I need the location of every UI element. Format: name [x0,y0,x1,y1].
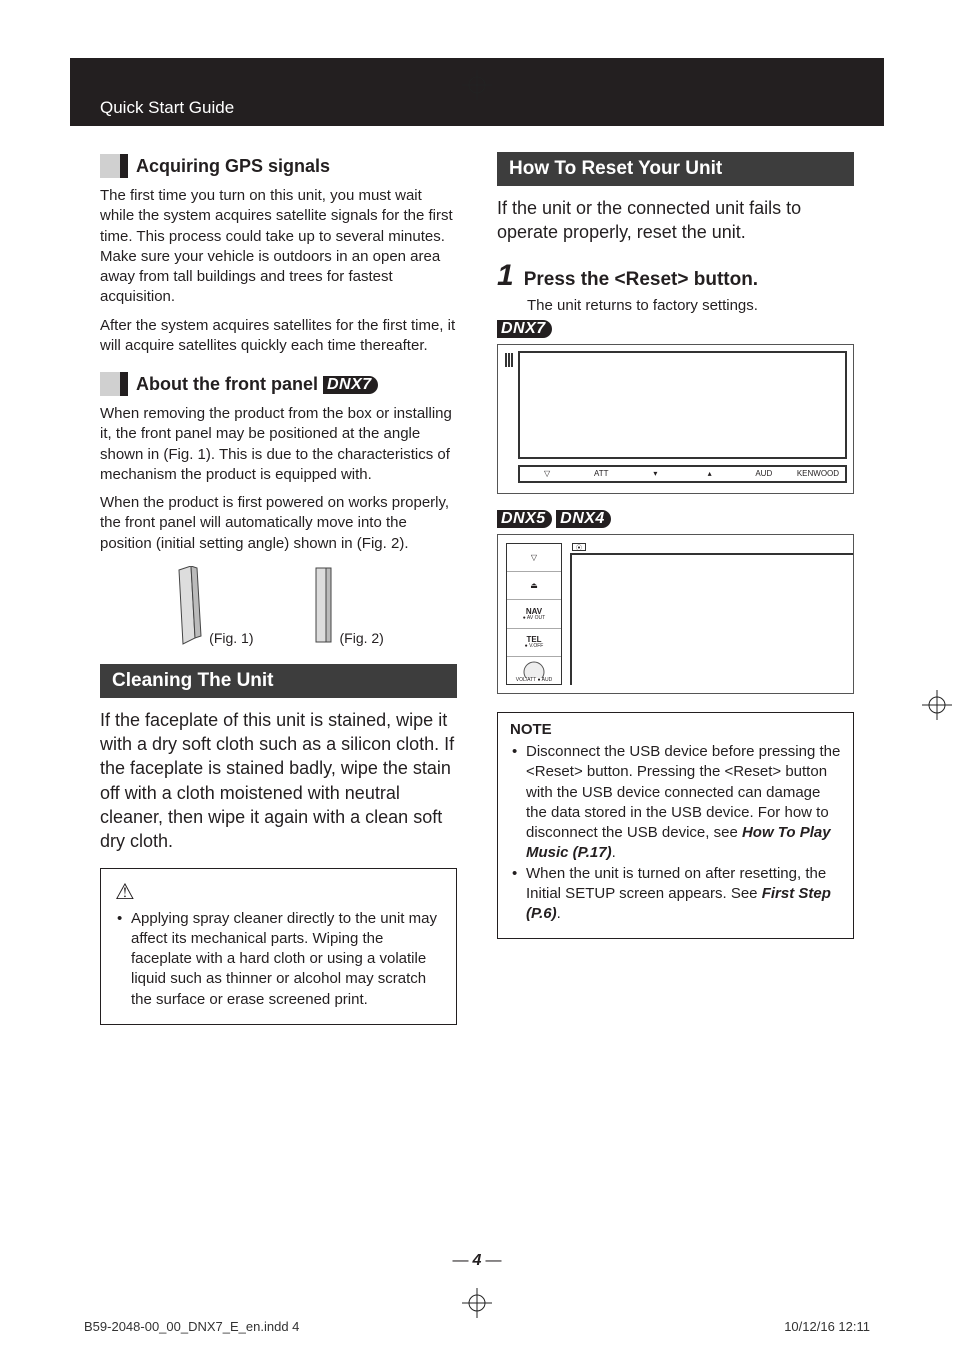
dnx5-knob-vol: VOL/ATT ● AUD [507,657,561,684]
reg-mark-top [462,70,492,100]
note-item-2: When the unit is turned on after resetti… [516,864,841,925]
dnx5-device-illustration: ▽ ⏏ NAV● AV OUT TEL● V.OFF VOL/ATT ● AUD… [497,534,854,694]
reset-lead: If the unit or the connected unit fails … [497,196,854,245]
content-columns: Acquiring GPS signals The first time you… [70,126,884,1025]
dnx7-btn-aud: AUD [737,469,791,478]
dnx5-btn-tel: TEL● V.OFF [507,629,561,657]
step-number: 1 [497,259,514,293]
square-bullet-icon [100,154,128,178]
dnx7-hinge-icon [504,351,514,487]
footer-metadata: B59-2048-00_00_DNX7_E_en.indd 4 10/12/16… [84,1319,870,1334]
model-badge-dnx5: DNX5 [497,510,552,528]
gps-para-1: The first time you turn on this unit, yo… [100,186,457,308]
heading-reset: How To Reset Your Unit [497,152,854,186]
header-title: Quick Start Guide [100,98,234,118]
heading-frontpanel-text: About the front panel DNX7 [136,374,378,395]
page-number: —4— [0,1252,954,1270]
fig2-label: (Fig. 2) [340,630,384,646]
page-number-value: 4 [473,1252,482,1269]
warning-icon: ⚠ [115,879,442,905]
step-1: 1 Press the <Reset> button. [497,259,854,293]
dnx7-btn-up: ▴ [683,469,737,478]
note-title: NOTE [510,721,841,738]
dnx5-disc-icon: ⦿ [572,543,586,551]
dnx7-button-row: ▽ ATT ▾ ▴ AUD KENWOOD [518,465,847,483]
dnx5-btn-power: ⏏ [507,572,561,600]
cleaning-body: If the faceplate of this unit is stained… [100,708,457,854]
reg-mark-right [922,690,952,720]
frontpanel-heading-prefix: About the front panel [136,374,323,394]
left-column: Acquiring GPS signals The first time you… [100,138,457,1025]
figure-row: (Fig. 1) (Fig. 2) [100,566,457,646]
fig1-label: (Fig. 1) [209,630,253,646]
model-badges-dnx5-4: DNX5 DNX4 [497,510,854,528]
heading-gps: Acquiring GPS signals [100,154,457,178]
dnx7-device-illustration: ▽ ATT ▾ ▴ AUD KENWOOD [497,344,854,494]
dnx5-btn-nav: NAV● AV OUT [507,600,561,628]
dnx7-btn-eject: ▽ [520,469,574,478]
dnx5-side-panel: ▽ ⏏ NAV● AV OUT TEL● V.OFF VOL/ATT ● AUD [506,543,562,685]
square-bullet-icon [100,372,128,396]
figure-1: (Fig. 1) [173,566,253,646]
frontpanel-para-1: When removing the product from the box o… [100,404,457,485]
footer-file: B59-2048-00_00_DNX7_E_en.indd 4 [84,1319,299,1334]
reg-mark-bottom [462,1288,492,1318]
dnx7-screen [518,351,847,459]
dnx7-btn-att: ATT [574,469,628,478]
frontpanel-para-2: When the product is first powered on wor… [100,493,457,554]
dnx7-btn-down: ▾ [628,469,682,478]
note1-suffix: . [612,844,616,861]
heading-cleaning: Cleaning The Unit [100,664,457,698]
step-title: Press the <Reset> button. [524,269,758,291]
heading-gps-text: Acquiring GPS signals [136,156,330,177]
figure-2: (Fig. 2) [314,566,384,646]
note-box: NOTE Disconnect the USB device before pr… [497,712,854,939]
dnx5-btn-eject: ▽ [507,544,561,572]
dnx7-btn-brand: KENWOOD [791,469,845,478]
model-badge-dnx7: DNX7 [323,376,378,394]
right-column: How To Reset Your Unit If the unit or th… [497,138,854,1025]
page: Quick Start Guide Acquiring GPS signals … [0,58,954,1025]
heading-frontpanel: About the front panel DNX7 [100,372,457,396]
footer-timestamp: 10/12/16 12:11 [784,1319,870,1334]
model-badge-dnx7-illus: DNX7 [497,320,552,338]
note2-suffix: . [557,905,561,922]
fig2-panel-icon [314,566,334,646]
warning-text: Applying spray cleaner directly to the u… [121,909,442,1010]
gps-para-2: After the system acquires satellites for… [100,316,457,357]
step-subtitle: The unit returns to factory settings. [527,297,854,314]
warning-box: ⚠ Applying spray cleaner directly to the… [100,868,457,1025]
fig1-panel-icon [173,566,203,646]
dnx5-screen [570,553,853,685]
note-item-1: Disconnect the USB device before pressin… [516,742,841,864]
model-badge-dnx4: DNX4 [556,510,611,528]
